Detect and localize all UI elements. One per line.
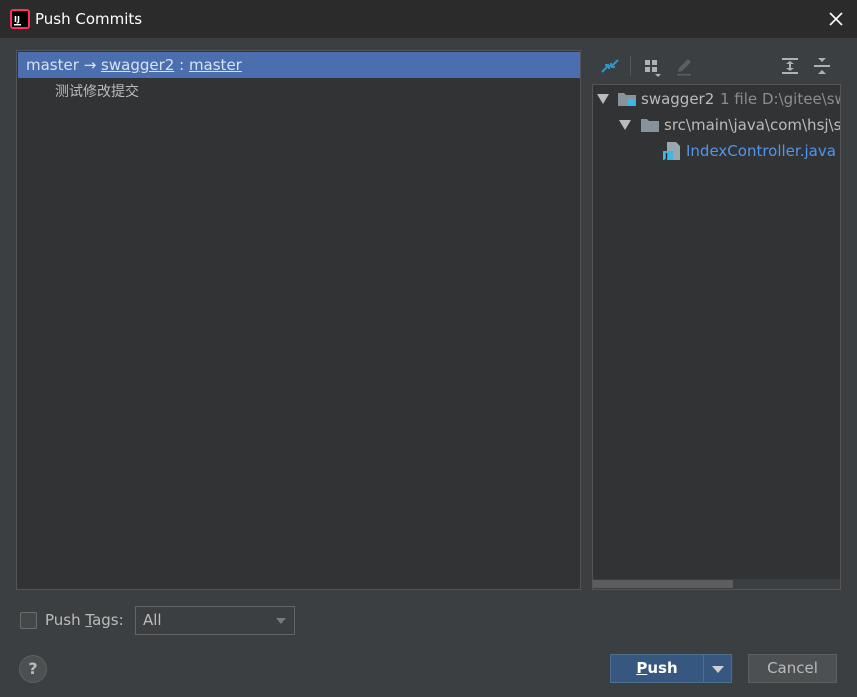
push-tags-label-post: ags: [92, 611, 124, 629]
folder-name: src\main\java\com\hsj\sw [664, 116, 841, 134]
remote-link[interactable]: swagger2 [101, 56, 174, 74]
tags-select[interactable]: All [135, 606, 295, 635]
expand-triangle-icon[interactable] [597, 94, 609, 104]
tree-repo-row[interactable]: swagger2 1 file D:\gitee\sw [593, 86, 841, 112]
tree-file-row[interactable]: J IndexController.java [593, 138, 840, 164]
branch-separator: : [179, 56, 185, 74]
commit-item[interactable]: 测试修改提交 [55, 81, 139, 103]
svg-text:J: J [664, 152, 668, 160]
push-tags-checkbox[interactable] [20, 612, 37, 629]
branch-row[interactable]: master → swagger2 : master [18, 52, 580, 78]
arrow-icon: → [83, 56, 97, 74]
intellij-idea-icon: IJ [10, 9, 30, 29]
push-options-dropdown[interactable] [703, 654, 732, 683]
collapse-arrows-icon[interactable] [598, 54, 622, 78]
repo-path: D:\gitee\sw [762, 90, 841, 108]
remote-branch-link[interactable]: master [189, 56, 242, 74]
expand-all-icon[interactable] [778, 54, 802, 78]
tree-folder-row[interactable]: src\main\java\com\hsj\sw [593, 112, 841, 138]
svg-text:IJ: IJ [14, 15, 20, 24]
tags-select-value: All [143, 611, 162, 629]
java-file-icon: J [663, 142, 680, 160]
repo-name: swagger2 [641, 90, 715, 108]
push-tags-label: Push Tags: [45, 611, 124, 629]
expand-triangle-icon[interactable] [619, 120, 631, 130]
help-button[interactable]: ? [19, 655, 47, 683]
file-name[interactable]: IndexController.java [686, 138, 836, 164]
chevron-down-icon [712, 666, 724, 673]
commits-panel: master → swagger2 : master 测试修改提交 [16, 50, 581, 590]
toolbar-separator [630, 56, 631, 76]
edit-source-icon[interactable] [672, 54, 696, 78]
push-label-rest: ush [647, 659, 678, 677]
file-count: 1 file [720, 90, 758, 108]
changes-tree: swagger2 1 file D:\gitee\sw src\main\jav… [592, 84, 841, 590]
folder-icon [641, 119, 659, 132]
changes-toolbar [592, 50, 840, 82]
local-branch: master [26, 56, 79, 74]
horizontal-scrollbar[interactable] [593, 579, 840, 589]
chevron-down-icon [276, 618, 286, 624]
scrollbar-thumb[interactable] [593, 580, 733, 588]
window-title: Push Commits [35, 10, 143, 28]
push-tags-label-pre: Push [45, 611, 86, 629]
push-button[interactable]: Push [610, 654, 704, 683]
group-by-icon[interactable] [640, 54, 664, 78]
collapse-all-icon[interactable] [810, 54, 834, 78]
close-icon[interactable] [825, 8, 847, 30]
push-mnemonic: P [636, 659, 648, 677]
repo-folder-icon [618, 93, 636, 106]
title-bar: IJ Push Commits [0, 0, 857, 38]
cancel-button[interactable]: Cancel [748, 654, 837, 683]
